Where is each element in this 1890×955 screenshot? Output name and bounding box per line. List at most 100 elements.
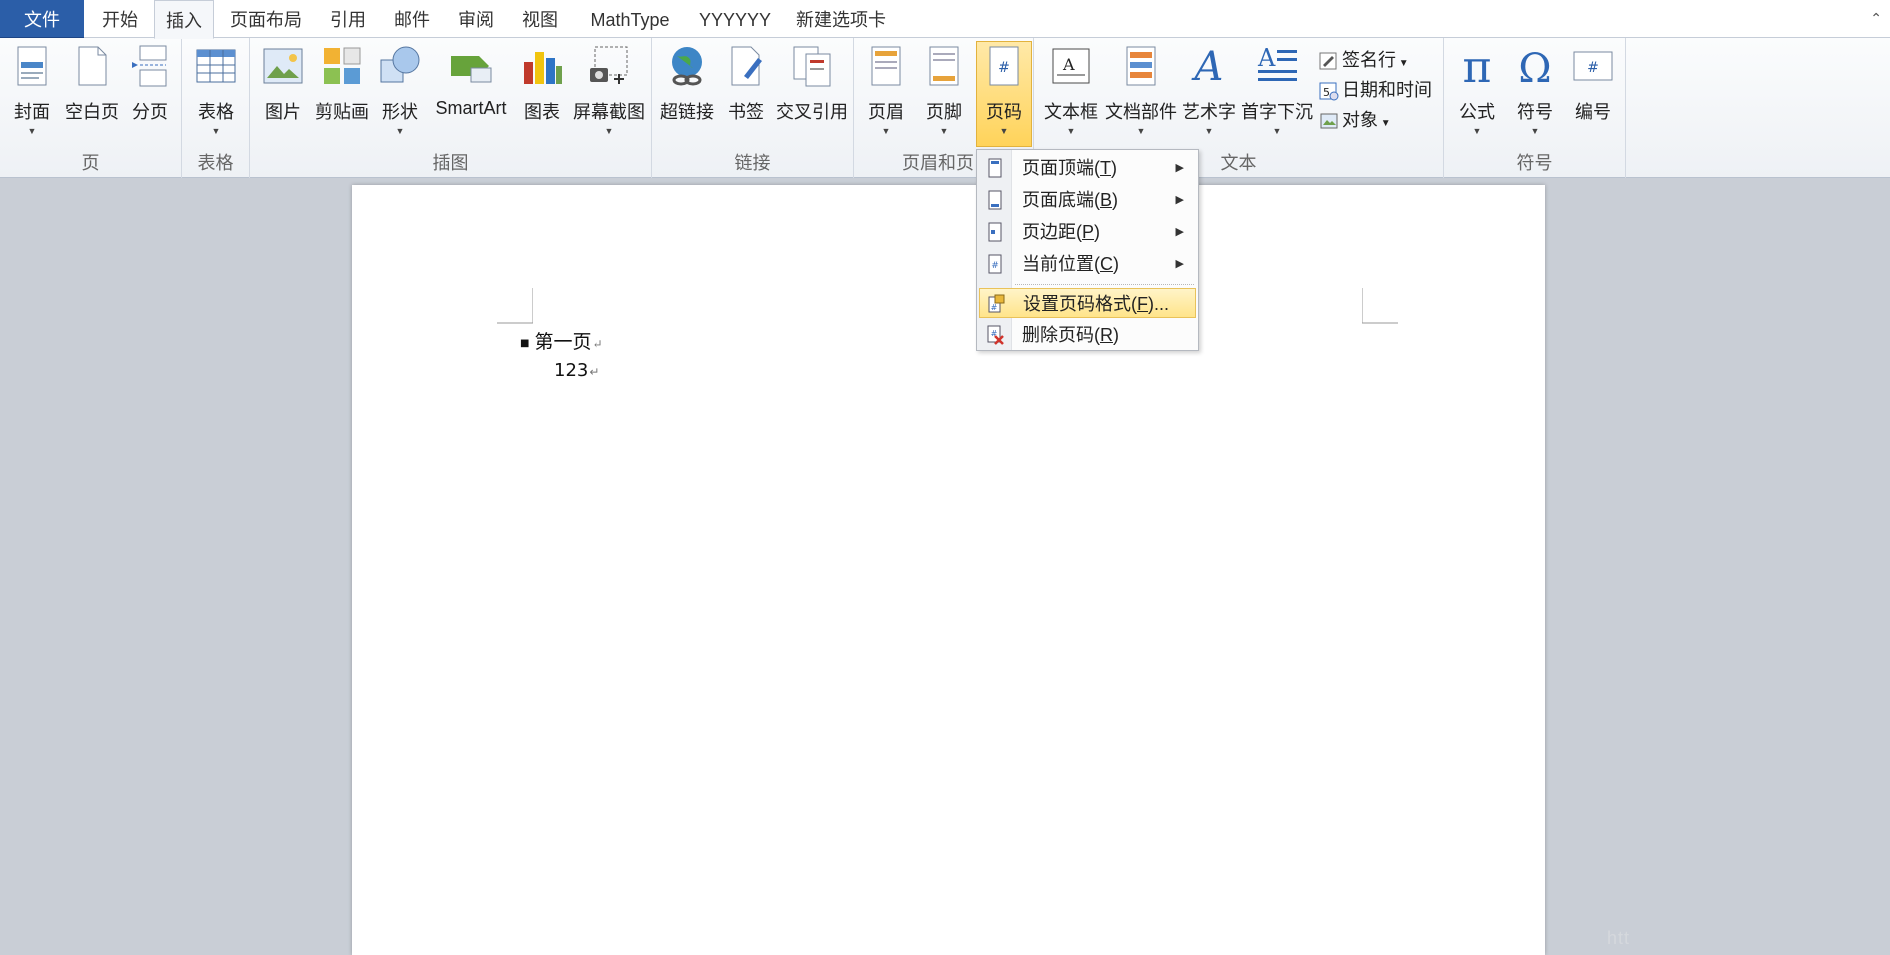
tab-home[interactable]: 开始: [92, 0, 148, 38]
menu-item-format-page-numbers[interactable]: # 设置页码格式(F)...: [979, 288, 1196, 318]
wordart-button[interactable]: A 艺术字 ▼: [1180, 42, 1238, 146]
svg-text:#: #: [998, 60, 1010, 76]
drop-cap-icon: A: [1257, 44, 1297, 81]
shapes-button[interactable]: 形状 ▼: [374, 42, 426, 146]
group-label-pages: 页: [81, 153, 100, 173]
watermark: htt: [1606, 928, 1630, 948]
page-number-button[interactable]: # 页码 ▼: [976, 41, 1032, 147]
omega-icon: Ω: [1518, 46, 1551, 88]
page-margins-icon: [988, 222, 1002, 242]
header-icon: [871, 46, 901, 86]
hyperlink-button[interactable]: 超链接: [656, 42, 718, 146]
format-page-numbers-icon: #: [988, 294, 1005, 313]
group-label-links: 链接: [734, 153, 771, 173]
margin-corner-top-left: [497, 288, 533, 324]
object-icon: [1320, 113, 1338, 129]
tab-yyyyyy[interactable]: YYYYYY: [690, 0, 780, 38]
header-button[interactable]: 页眉 ▼: [860, 42, 912, 146]
date-time-button[interactable]: 5 日期和时间: [1318, 76, 1432, 104]
group-symbols: π 公式 ▼ Ω 符号 ▼ # 编号 符号: [1444, 38, 1626, 178]
object-button[interactable]: 对象 ▼: [1318, 106, 1391, 134]
page-number-menu: 页面顶端(T) ▶ 页面底端(B) ▶ 页边距(P) ▶ # 当前位置(C) ▶…: [976, 149, 1199, 351]
group-links: 超链接 书签 交叉引用 链接: [652, 38, 854, 178]
symbol-button[interactable]: Ω 符号 ▼: [1508, 42, 1562, 146]
svg-text:A: A: [1257, 44, 1276, 72]
menu-item-current-position[interactable]: # 当前位置(C) ▶: [979, 249, 1196, 279]
bookmark-button[interactable]: 书签: [720, 42, 772, 146]
blank-page-button[interactable]: 空白页: [62, 42, 122, 146]
menu-item-bottom-of-page[interactable]: 页面底端(B) ▶: [979, 185, 1196, 215]
submenu-arrow-icon: ▶: [1175, 194, 1184, 206]
tab-page-layout[interactable]: 页面布局: [222, 0, 310, 38]
cross-reference-icon: [793, 46, 831, 87]
group-pages: 封面 ▼ 空白页 分页 页: [0, 38, 182, 178]
tab-review[interactable]: 审阅: [446, 0, 506, 38]
collapse-ribbon-icon[interactable]: ⌃: [1870, 10, 1882, 27]
table-button[interactable]: 表格 ▼: [190, 42, 242, 146]
ribbon-tab-bar: 文件 开始 插入 页面布局 引用 邮件 审阅 视图 MathType YYYYY…: [0, 0, 1890, 39]
document-area: ■ 第一页↵ 123↵ htt: [0, 179, 1890, 955]
tab-file[interactable]: 文件: [0, 0, 84, 38]
signature-line-button[interactable]: 签名行 ▼: [1318, 46, 1409, 74]
clip-art-icon: [324, 47, 361, 84]
menu-item-remove-page-numbers[interactable]: # 删除页码(R): [979, 320, 1196, 350]
quick-parts-button[interactable]: 文档部件 ▼: [1104, 42, 1178, 146]
tab-mailings[interactable]: 邮件: [382, 0, 442, 38]
signature-line-icon: [1319, 52, 1337, 70]
cross-reference-button[interactable]: 交叉引用: [774, 42, 850, 146]
menu-separator: [1015, 284, 1194, 285]
page-bottom-icon: [988, 190, 1002, 210]
bookmark-icon: [731, 46, 762, 86]
svg-text:A: A: [1062, 55, 1075, 74]
table-icon: [196, 49, 236, 83]
group-label-illustrations: 插图: [432, 153, 469, 173]
tab-references[interactable]: 引用: [318, 0, 378, 38]
ribbon: 封面 ▼ 空白页 分页 页 表格 ▼ 表格 图片 剪贴画 形状 ▼ SmartA…: [0, 38, 1890, 178]
menu-item-top-of-page[interactable]: 页面顶端(T) ▶: [979, 153, 1196, 183]
cover-page-button[interactable]: 封面 ▼: [6, 42, 58, 146]
body-line[interactable]: 123↵: [554, 360, 599, 381]
footer-button[interactable]: 页脚 ▼: [918, 42, 970, 146]
page-top-icon: [988, 158, 1002, 178]
page-number-icon: #: [989, 46, 1019, 86]
page-break-button[interactable]: 分页: [124, 42, 176, 146]
document-page[interactable]: ■ 第一页↵ 123↵: [352, 185, 1545, 955]
menu-item-page-margins[interactable]: 页边距(P) ▶: [979, 217, 1196, 247]
shapes-icon: [380, 46, 420, 83]
paragraph-mark-icon: ↵: [592, 337, 603, 351]
group-tables: 表格 ▼ 表格: [182, 38, 250, 178]
tab-view[interactable]: 视图: [510, 0, 570, 38]
date-time-icon: 5: [1319, 82, 1339, 101]
svg-text:5: 5: [1323, 86, 1330, 99]
wordart-icon: A: [1191, 44, 1224, 88]
chart-button[interactable]: 图表: [516, 42, 568, 146]
tab-mathtype[interactable]: MathType: [578, 0, 682, 38]
equation-button[interactable]: π 公式 ▼: [1450, 42, 1504, 146]
bullet-icon: ■: [520, 337, 530, 349]
drop-cap-button[interactable]: A 首字下沉 ▼: [1240, 42, 1314, 146]
text-box-button[interactable]: A 文本框 ▼: [1042, 42, 1100, 146]
svg-text:#: #: [1587, 60, 1599, 76]
svg-text:π: π: [1463, 44, 1492, 88]
submenu-arrow-icon: ▶: [1175, 258, 1184, 270]
smartart-button[interactable]: SmartArt: [428, 42, 514, 146]
remove-page-numbers-icon: #: [987, 325, 1004, 345]
pi-icon: π: [1463, 44, 1492, 88]
picture-button[interactable]: 图片: [256, 42, 310, 146]
cover-page-icon: [17, 46, 47, 86]
current-position-icon: #: [988, 254, 1002, 274]
group-illustrations: 图片 剪贴画 形状 ▼ SmartArt 图表 屏幕截图 ▼ 插图: [250, 38, 652, 178]
numbering-button[interactable]: # 编号: [1566, 42, 1620, 146]
heading-line[interactable]: ■ 第一页↵: [520, 327, 603, 354]
svg-text:#: #: [991, 303, 998, 312]
submenu-arrow-icon: ▶: [1175, 162, 1184, 174]
footer-icon: [929, 46, 959, 86]
screenshot-button[interactable]: 屏幕截图 ▼: [570, 42, 648, 146]
quick-parts-icon: [1126, 46, 1156, 86]
text-box-icon: A: [1052, 48, 1090, 84]
tab-new-tab[interactable]: 新建选项卡: [788, 0, 894, 38]
paragraph-mark-icon: ↵: [589, 365, 600, 379]
tab-insert[interactable]: 插入: [154, 0, 214, 39]
clip-art-button[interactable]: 剪贴画: [312, 42, 372, 146]
submenu-arrow-icon: ▶: [1175, 226, 1184, 238]
